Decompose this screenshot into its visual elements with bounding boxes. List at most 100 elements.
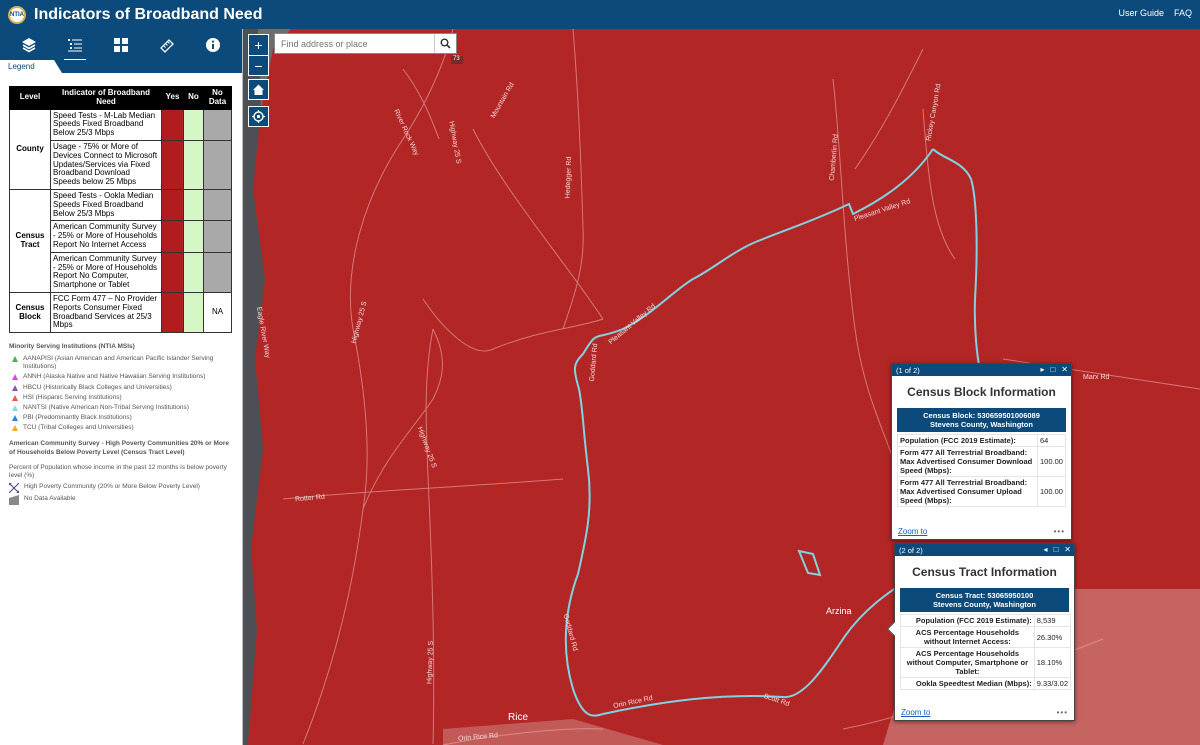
close-icon[interactable]: ✕: [1061, 365, 1068, 374]
attr-value: 9.33/3.02: [1033, 677, 1072, 690]
basemap-grid-icon: [114, 37, 128, 52]
poverty-desc: Percent of Population whose income in th…: [9, 464, 227, 480]
ntia-logo: NTIA: [8, 5, 26, 24]
maximize-icon[interactable]: □: [1053, 545, 1058, 554]
msi-legend: Minority Serving Institutions (NTIA MSIs…: [9, 343, 232, 432]
yes-swatch: [161, 251, 184, 293]
hatch-swatch-icon: [9, 482, 19, 493]
level-census-block: Census Block: [9, 291, 51, 334]
popup-band: Census Tract: 53065950100 Stevens County…: [900, 588, 1069, 612]
attr-value: 18.10%: [1033, 647, 1072, 678]
attr-key: Population (FCC 2019 Estimate):: [900, 614, 1035, 627]
popup-title: Census Block Information: [907, 385, 1056, 399]
attr-value: 64: [1037, 434, 1066, 447]
no-swatch: [183, 251, 204, 293]
level-county: County: [9, 108, 51, 190]
poverty-label: No Data Available: [24, 494, 76, 502]
popup-header: (2 of 2) ◂ □ ✕: [895, 544, 1074, 556]
triangle-icon: [12, 374, 18, 381]
more-menu-icon[interactable]: •••: [1054, 527, 1065, 536]
no-swatch: [183, 188, 204, 222]
home-button[interactable]: [248, 79, 269, 100]
popup-header: (1 of 2) ▸ □ ✕: [892, 364, 1071, 376]
table-row: ACS Percentage Households without Intern…: [900, 626, 1072, 648]
layers-button[interactable]: [14, 32, 44, 58]
msi-item: HSI (Hispanic Serving Institutions): [9, 394, 232, 402]
county-name: Stevens County, Washington: [930, 420, 1033, 429]
user-guide-link[interactable]: User Guide: [1118, 8, 1164, 18]
attr-key: Form 477 All Terrestrial Broadband: Max …: [897, 446, 1038, 477]
census-block-id: Census Block: 530659501006089: [923, 411, 1040, 420]
table-row: Population (FCC 2019 Estimate): 8,539: [900, 614, 1072, 627]
nodata-swatch: [203, 251, 232, 293]
popup-band: Census Block: 530659501006089 Stevens Co…: [897, 408, 1066, 432]
no-swatch: [183, 291, 204, 334]
msi-label: ANNH (Alaska Native and Native Hawaiian …: [23, 373, 206, 381]
attr-value: 8,539: [1033, 614, 1072, 627]
attribute-table: Population (FCC 2019 Estimate): 8,539 ACS…: [900, 614, 1072, 690]
triangle-icon: [12, 356, 18, 363]
triangle-icon: [12, 394, 18, 401]
basemap-button[interactable]: [106, 32, 136, 58]
legend-body: Level Indicator of Broadband Need Yes No…: [0, 73, 242, 505]
search-input[interactable]: [275, 34, 434, 53]
locate-button[interactable]: [248, 106, 269, 127]
maximize-icon[interactable]: □: [1050, 365, 1055, 374]
layers-icon: [22, 37, 36, 52]
zoom-to-link[interactable]: Zoom to: [898, 527, 927, 536]
more-menu-icon[interactable]: •••: [1057, 708, 1068, 717]
indicator-label: FCC Form 477 – No Provider Reports Consu…: [50, 291, 162, 334]
no-swatch: [183, 108, 204, 141]
header-links: User Guide FAQ: [1118, 8, 1192, 18]
minus-icon: −: [254, 57, 263, 74]
msi-label: AANAPISI (Asian American and American Pa…: [23, 355, 214, 371]
faq-link[interactable]: FAQ: [1174, 8, 1192, 18]
popup-footer: Zoom to •••: [892, 527, 1071, 536]
nodata-swatch: [203, 220, 232, 253]
zoom-in-button[interactable]: +: [249, 35, 268, 55]
route-marker-label: 73: [453, 56, 460, 62]
yes-swatch: [161, 188, 184, 222]
indicator-table-header: Level Indicator of Broadband Need Yes No…: [9, 86, 232, 110]
search-icon: [440, 38, 451, 49]
legend-button[interactable]: [60, 32, 90, 61]
triangle-icon: [12, 414, 18, 421]
msi-label: HSI (Hispanic Serving Institutions): [23, 393, 122, 401]
attr-value: 26.30%: [1033, 626, 1072, 648]
col-nodata: No Data: [203, 86, 232, 110]
sidebar: Legend Level Indicator of Broadband Need…: [0, 29, 243, 745]
msi-item: PBI (Predominantly Black Institutions): [9, 414, 232, 422]
app-header: NTIA Indicators of Broadband Need User G…: [0, 0, 1200, 29]
table-row: Ookla Speedtest Median (Mbps): 9.33/3.02: [900, 677, 1072, 690]
indicator-label: American Community Survey - 25% or More …: [50, 220, 162, 253]
triangle-icon: [12, 425, 18, 431]
attribute-table: Population (FCC 2019 Estimate): 64 Form 4…: [897, 434, 1066, 507]
search-button[interactable]: [434, 34, 456, 53]
popup-footer: Zoom to •••: [895, 708, 1074, 717]
indicator-label: American Community Survey - 25% or More …: [50, 251, 162, 293]
tab-legend[interactable]: Legend: [0, 60, 62, 73]
measure-button[interactable]: [152, 32, 182, 58]
col-yes: Yes: [161, 86, 184, 110]
info-button[interactable]: [198, 32, 228, 58]
poverty-item: No Data Available: [9, 494, 232, 505]
road-label: Highway 25 S: [426, 640, 435, 685]
next-arrow-icon[interactable]: ▸: [1040, 365, 1044, 374]
attr-key: Form 477 All Terrestrial Broadband: Max …: [897, 476, 1038, 507]
close-icon[interactable]: ✕: [1064, 545, 1071, 554]
attr-key: Population (FCC 2019 Estimate):: [897, 434, 1038, 447]
zoom-out-button[interactable]: −: [249, 55, 268, 75]
legend-tabbar: Legend: [0, 60, 242, 73]
nodata-swatch: [203, 139, 232, 190]
attr-key: Ookla Speedtest Median (Mbps):: [900, 677, 1035, 690]
indicator-label: Usage - 75% or More of Devices Connect t…: [50, 139, 162, 190]
popup-pager: (2 of 2): [899, 545, 923, 555]
no-swatch: [183, 220, 204, 253]
road-label: Hedegger Rd: [564, 156, 574, 199]
triangle-icon: [12, 404, 18, 411]
prev-arrow-icon[interactable]: ◂: [1043, 545, 1047, 554]
zoom-to-link[interactable]: Zoom to: [901, 708, 930, 717]
map-view[interactable]: Mountain Rd River Rock Way Highway 25 S …: [243, 29, 1200, 745]
table-row: Census Tract Speed Tests - Ookla Median …: [9, 188, 232, 293]
table-row: Census Block FCC Form 477 – No Provider …: [9, 291, 232, 334]
